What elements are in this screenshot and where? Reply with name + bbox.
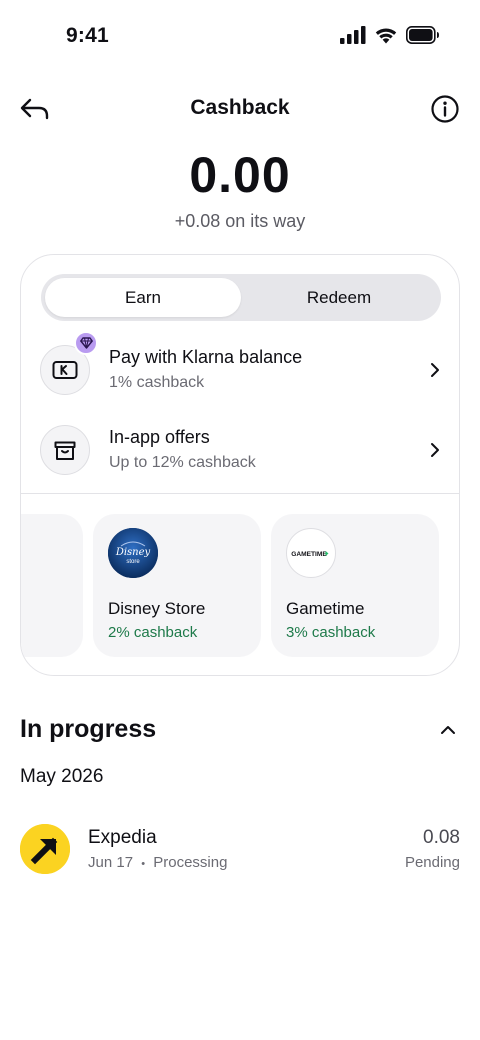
top-nav: Cashback [0, 88, 480, 128]
transaction-date: Jun 17 [88, 854, 134, 871]
divider [21, 493, 459, 494]
expedia-logo [20, 824, 70, 874]
status-bar: 9:41 [0, 0, 480, 70]
cashback-balance: 0.00 [189, 147, 291, 203]
collapse-button[interactable] [438, 720, 458, 740]
tab-earn[interactable]: Earn [45, 278, 241, 317]
svg-text:store: store [126, 559, 140, 565]
svg-text:Disney: Disney [115, 547, 151, 558]
transaction-status: Pending [404, 854, 460, 871]
earn-redeem-toggle: Earn Redeem [41, 274, 441, 321]
battery-icon [406, 26, 439, 44]
merchant-cashback: 2% cashback [108, 624, 198, 641]
diamond-icon [74, 331, 98, 355]
chevron-right-icon [431, 443, 439, 457]
earn-option-klarna-balance[interactable]: Pay with Klarna balance 1% cashback [21, 331, 459, 402]
page-title: Cashback [190, 96, 290, 119]
transaction-amount: 0.08 [423, 827, 460, 848]
transaction-merchant: Expedia [88, 827, 157, 848]
disney-store-logo: Disney store [108, 528, 158, 578]
meta-separator: • [141, 858, 146, 870]
tab-redeem[interactable]: Redeem [241, 278, 437, 317]
merchant-cashback: 3% cashback [286, 624, 376, 641]
merchant-card-partial[interactable] [21, 514, 83, 657]
chevron-right-icon [431, 363, 439, 377]
earn-option-title: Pay with Klarna balance [109, 347, 303, 367]
earn-option-subtitle: Up to 12% cashback [109, 454, 256, 471]
status-time: 9:41 [66, 24, 109, 47]
transaction-state: Processing [153, 854, 228, 871]
merchant-name: Disney Store [108, 599, 206, 618]
chevron-up-icon [441, 726, 455, 734]
in-progress-heading: In progress [20, 715, 157, 743]
transaction-row[interactable]: Expedia Jun 17 • Processing 0.08 Pending [0, 822, 480, 878]
earn-option-subtitle: 1% cashback [109, 374, 205, 391]
transaction-meta: Jun 17 • Processing [88, 854, 227, 871]
cashback-card: Earn Redeem Pay with Klarna balance 1% c… [20, 254, 460, 676]
merchant-card-gametime[interactable]: GAMETIME Gametime 3% cashback [271, 514, 439, 657]
cellular-signal-icon [340, 26, 366, 44]
earn-option-title: In-app offers [109, 427, 210, 447]
pending-cashback-text: +0.08 on its way [174, 211, 306, 231]
earn-option-in-app-offers[interactable]: In-app offers Up to 12% cashback [21, 418, 459, 482]
svg-text:GAMETIME: GAMETIME [291, 551, 327, 558]
month-label: May 2026 [20, 766, 104, 787]
gift-box-icon [40, 425, 90, 475]
status-icons [340, 26, 440, 44]
merchant-name: Gametime [286, 599, 365, 618]
gametime-logo: GAMETIME [286, 528, 336, 578]
info-icon [431, 95, 459, 123]
wifi-icon [375, 28, 397, 44]
merchant-card-disney-store[interactable]: Disney store Disney Store 2% cashback [93, 514, 261, 657]
info-button[interactable] [430, 94, 460, 124]
